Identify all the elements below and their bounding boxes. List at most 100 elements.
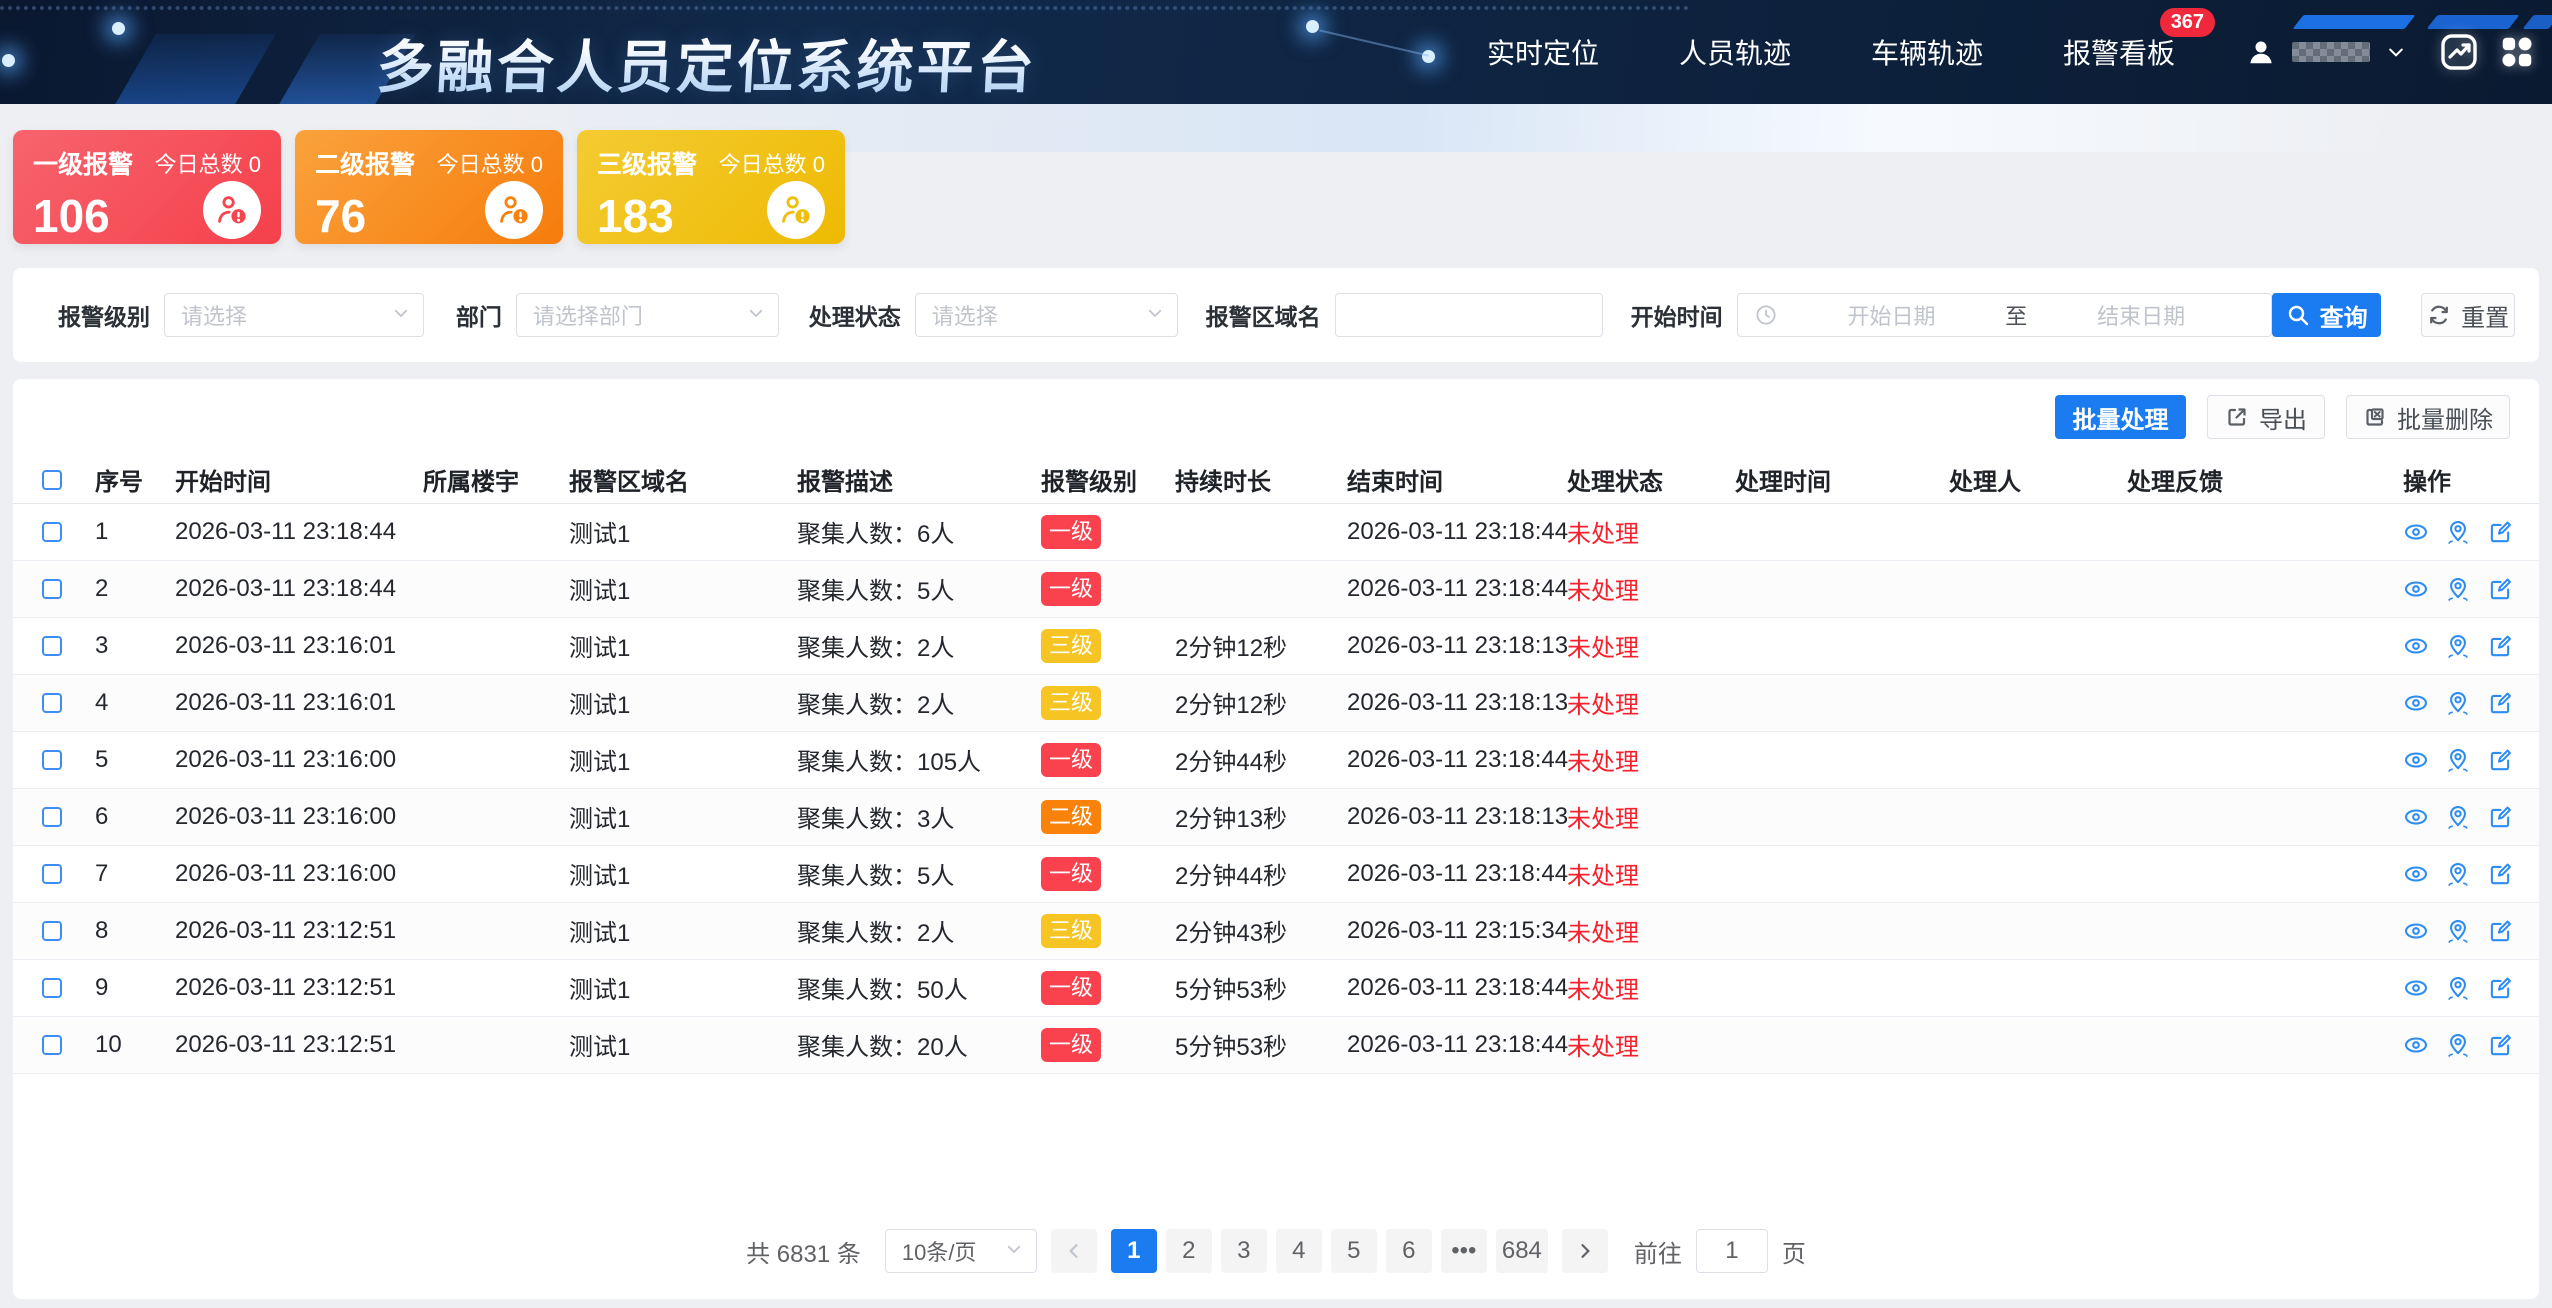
cell-handle-time bbox=[1715, 617, 1929, 674]
locate-icon[interactable] bbox=[2445, 519, 2471, 545]
row-checkbox[interactable] bbox=[42, 807, 62, 827]
edit-icon[interactable] bbox=[2487, 576, 2513, 602]
apps-grid-icon[interactable] bbox=[2496, 31, 2538, 73]
nav-item-vehicle-track[interactable]: 车辆轨迹 bbox=[1871, 32, 1983, 72]
page-size-value: 10条/页 bbox=[902, 1235, 977, 1267]
cell-start-time: 2026-03-11 23:18:44 bbox=[155, 503, 403, 560]
next-page-button[interactable] bbox=[1562, 1229, 1608, 1273]
cell-handler bbox=[1929, 1016, 2107, 1073]
table-row: 2 2026-03-11 23:18:44 测试1 聚集人数：5人 一级 202… bbox=[13, 560, 2539, 617]
view-icon[interactable] bbox=[2403, 975, 2429, 1001]
page-button-684[interactable]: 684 bbox=[1496, 1229, 1548, 1273]
row-checkbox[interactable] bbox=[42, 978, 62, 998]
row-checkbox[interactable] bbox=[42, 693, 62, 713]
person-alert-icon bbox=[203, 181, 261, 239]
nav-item-realtime-location[interactable]: 实时定位 bbox=[1487, 32, 1599, 72]
alarm-level-select[interactable]: 请选择 bbox=[164, 293, 424, 337]
view-icon[interactable] bbox=[2403, 576, 2429, 602]
view-icon[interactable] bbox=[2403, 633, 2429, 659]
decor-glow-dot bbox=[112, 22, 125, 35]
goto-page-input[interactable] bbox=[1696, 1229, 1768, 1273]
edit-icon[interactable] bbox=[2487, 918, 2513, 944]
page-size-select[interactable]: 10条/页 bbox=[885, 1229, 1037, 1273]
alarm-card-level-3: 三级报警 今日总数 0 183 bbox=[577, 130, 845, 244]
page-button-6[interactable]: 6 bbox=[1386, 1229, 1432, 1273]
edit-icon[interactable] bbox=[2487, 861, 2513, 887]
cell-feedback bbox=[2107, 674, 2383, 731]
view-icon[interactable] bbox=[2403, 804, 2429, 830]
locate-icon[interactable] bbox=[2445, 633, 2471, 659]
nav-item-person-track[interactable]: 人员轨迹 bbox=[1679, 32, 1791, 72]
view-icon[interactable] bbox=[2403, 918, 2429, 944]
cell-area-name: 测试1 bbox=[549, 959, 777, 1016]
level-badge: 一级 bbox=[1041, 572, 1101, 606]
reset-button[interactable]: 重置 bbox=[2421, 293, 2515, 337]
department-select[interactable]: 请选择部门 bbox=[516, 293, 779, 337]
edit-icon[interactable] bbox=[2487, 633, 2513, 659]
user-avatar-icon[interactable] bbox=[2246, 37, 2276, 67]
page-title: 多融合人员定位系统平台 bbox=[370, 22, 1044, 104]
page-button-2[interactable]: 2 bbox=[1166, 1229, 1212, 1273]
page-unit-label: 页 bbox=[1782, 1234, 1806, 1269]
view-icon[interactable] bbox=[2403, 519, 2429, 545]
cell-duration bbox=[1155, 503, 1327, 560]
page-button-5[interactable]: 5 bbox=[1331, 1229, 1377, 1273]
cell-area-name: 测试1 bbox=[549, 731, 777, 788]
edit-icon[interactable] bbox=[2487, 690, 2513, 716]
locate-icon[interactable] bbox=[2445, 918, 2471, 944]
cell-feedback bbox=[2107, 617, 2383, 674]
cell-end-time: 2026-03-11 23:18:44 bbox=[1327, 959, 1547, 1016]
search-button[interactable]: 查询 bbox=[2272, 293, 2381, 337]
username-masked[interactable] bbox=[2292, 42, 2370, 62]
edit-icon[interactable] bbox=[2487, 747, 2513, 773]
locate-icon[interactable] bbox=[2445, 861, 2471, 887]
area-name-input[interactable] bbox=[1335, 293, 1603, 337]
prev-page-button[interactable] bbox=[1051, 1229, 1097, 1273]
locate-icon[interactable] bbox=[2445, 975, 2471, 1001]
page-button-3[interactable]: 3 bbox=[1221, 1229, 1267, 1273]
view-icon[interactable] bbox=[2403, 1032, 2429, 1058]
card-title: 一级报警 bbox=[33, 145, 133, 181]
batch-process-button[interactable]: 批量处理 bbox=[2055, 395, 2186, 439]
cell-end-time: 2026-03-11 23:18:44 bbox=[1327, 1016, 1547, 1073]
date-range-picker[interactable]: 开始日期 至 结束日期 bbox=[1737, 293, 2272, 337]
locate-icon[interactable] bbox=[2445, 576, 2471, 602]
view-icon[interactable] bbox=[2403, 861, 2429, 887]
row-checkbox[interactable] bbox=[42, 1035, 62, 1055]
edit-icon[interactable] bbox=[2487, 804, 2513, 830]
status-select[interactable]: 请选择 bbox=[915, 293, 1178, 337]
page-ellipsis[interactable]: ••• bbox=[1441, 1229, 1487, 1273]
view-icon[interactable] bbox=[2403, 690, 2429, 716]
card-total-count: 76 bbox=[315, 193, 366, 239]
row-checkbox[interactable] bbox=[42, 579, 62, 599]
cell-end-time: 2026-03-11 23:18:13 bbox=[1327, 788, 1547, 845]
row-checkbox[interactable] bbox=[42, 864, 62, 884]
select-placeholder: 请选择 bbox=[181, 299, 247, 331]
export-button[interactable]: 导出 bbox=[2207, 395, 2325, 439]
column-header: 处理人 bbox=[1929, 457, 2107, 503]
row-checkbox[interactable] bbox=[42, 522, 62, 542]
nav-item-alarm-board[interactable]: 报警看板367 bbox=[2063, 32, 2175, 72]
edit-icon[interactable] bbox=[2487, 975, 2513, 1001]
locate-icon[interactable] bbox=[2445, 1032, 2471, 1058]
row-checkbox[interactable] bbox=[42, 921, 62, 941]
card-today-count: 今日总数 0 bbox=[155, 147, 261, 179]
monitor-chart-icon[interactable] bbox=[2438, 31, 2480, 73]
row-checkbox[interactable] bbox=[42, 636, 62, 656]
select-all-checkbox[interactable] bbox=[42, 470, 62, 490]
locate-icon[interactable] bbox=[2445, 804, 2471, 830]
edit-icon[interactable] bbox=[2487, 1032, 2513, 1058]
locate-icon[interactable] bbox=[2445, 747, 2471, 773]
page-button-4[interactable]: 4 bbox=[1276, 1229, 1322, 1273]
chevron-down-icon[interactable] bbox=[2386, 42, 2406, 62]
decor-glow-dot bbox=[2, 54, 15, 67]
page-button-1[interactable]: 1 bbox=[1111, 1229, 1157, 1273]
locate-icon[interactable] bbox=[2445, 690, 2471, 716]
edit-icon[interactable] bbox=[2487, 519, 2513, 545]
level-badge: 三级 bbox=[1041, 629, 1101, 663]
view-icon[interactable] bbox=[2403, 747, 2429, 773]
chevron-down-icon bbox=[392, 304, 410, 327]
batch-delete-button[interactable]: 批量删除 bbox=[2346, 395, 2510, 439]
column-header: 序号 bbox=[75, 457, 155, 503]
row-checkbox[interactable] bbox=[42, 750, 62, 770]
